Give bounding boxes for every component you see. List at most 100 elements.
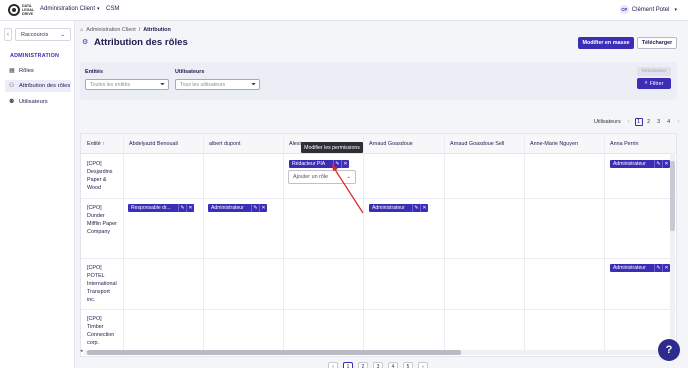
gear-icon: ⚙ bbox=[82, 39, 89, 46]
users-icon: ⚉ bbox=[9, 99, 15, 105]
page-button-1[interactable]: 1 bbox=[634, 118, 643, 126]
nav-admin-label: Administration Client bbox=[40, 6, 96, 12]
edit-icon[interactable]: ✎ bbox=[654, 264, 662, 272]
role-chip: Rédacteur PIA ✎ ✕ bbox=[289, 160, 349, 168]
page-button-3[interactable]: 3 bbox=[655, 118, 663, 126]
logo-text: DATA LEGAL DRIVE bbox=[22, 4, 35, 16]
page-button-3[interactable]: 3 bbox=[373, 362, 383, 368]
page-button-4[interactable]: 4 bbox=[665, 118, 673, 126]
page-button-4[interactable]: 4 bbox=[388, 362, 398, 368]
scroll-left-icon[interactable]: ◂ bbox=[80, 348, 83, 354]
role-chip-label: Responsable dr... bbox=[131, 205, 171, 211]
pagination-label: Utilisateurs bbox=[594, 119, 621, 125]
role-chip-label: Administrateur bbox=[613, 265, 646, 271]
edit-permissions-tooltip: Modifier les permissions bbox=[301, 142, 363, 153]
avatar: CP bbox=[619, 5, 629, 14]
shortcuts-dropdown[interactable]: Raccourcis ⌄ bbox=[15, 28, 71, 41]
entities-placeholder: Toutes les entités bbox=[90, 81, 131, 88]
user-menu[interactable]: CP Clément Potel ▾ bbox=[619, 5, 677, 14]
reset-button[interactable]: Réinitialiser bbox=[637, 67, 671, 76]
user-column-header: Arnaud Goasdoue Sell bbox=[450, 141, 505, 147]
page-button-1[interactable]: 1 bbox=[343, 362, 353, 368]
edit-icon[interactable]: ✎ bbox=[251, 204, 259, 212]
column-divider bbox=[363, 134, 364, 356]
breadcrumb: ⌂ Administration Client / Attribution bbox=[80, 27, 171, 33]
close-icon[interactable]: ✕ bbox=[341, 160, 349, 168]
app-logo[interactable]: DATA LEGAL DRIVE bbox=[8, 4, 42, 16]
horizontal-scrollbar[interactable] bbox=[84, 350, 671, 355]
chevron-down-icon: ⌄ bbox=[60, 31, 65, 38]
next-page-button[interactable]: › bbox=[418, 362, 428, 368]
next-page-button[interactable]: › bbox=[675, 118, 683, 126]
funnel-icon: ⏷ bbox=[251, 82, 256, 88]
role-chip-label: Administrateur bbox=[613, 161, 646, 167]
user-name: Clément Potel bbox=[631, 6, 670, 13]
sidebar-section-title: ADMINISTRATION bbox=[10, 53, 60, 59]
close-icon[interactable]: ✕ bbox=[420, 204, 428, 212]
vertical-scrollbar[interactable] bbox=[670, 153, 675, 348]
sidebar-item-roles[interactable]: ▦ Rôles bbox=[5, 65, 71, 77]
row-divider bbox=[81, 258, 676, 259]
users-placeholder: Tous les utilisateurs bbox=[180, 81, 226, 88]
collapse-sidebar-button[interactable]: ‹ bbox=[4, 28, 12, 41]
shortcuts-label: Raccourcis bbox=[21, 31, 49, 38]
edit-icon[interactable]: ✎ bbox=[178, 204, 186, 212]
entities-select[interactable]: Toutes les entités ⏷ bbox=[85, 79, 169, 90]
add-role-placeholder: Ajouter un rôle bbox=[293, 174, 329, 180]
help-button[interactable]: ? bbox=[658, 339, 680, 361]
nav-csm[interactable]: CSM bbox=[106, 6, 119, 12]
horizontal-scrollbar-thumb[interactable] bbox=[87, 350, 461, 355]
filter-button-label: Filtrer bbox=[649, 80, 664, 87]
nav-administration-client[interactable]: Administration Client ▾ bbox=[40, 6, 100, 12]
prev-page-button[interactable]: ‹ bbox=[625, 118, 633, 126]
edit-icon[interactable]: ✎ bbox=[654, 160, 662, 168]
sidebar-item-label: Rôles bbox=[19, 68, 34, 74]
close-icon[interactable]: ✕ bbox=[186, 204, 194, 212]
entity-cell: [CPO] Dunder Mifflin Paper Company bbox=[87, 205, 117, 235]
filter-button[interactable]: ⌕ Filtrer bbox=[637, 78, 671, 89]
breadcrumb-separator: / bbox=[138, 27, 141, 33]
breadcrumb-current: Attribution bbox=[143, 27, 171, 33]
page-title: Attribution des rôles bbox=[94, 37, 188, 48]
sidebar-item-role-assignment[interactable]: ⚇ Attribution des rôles bbox=[5, 80, 71, 92]
download-button[interactable]: Télécharger bbox=[637, 37, 677, 49]
user-column-header: Anne-Marie Nguyen bbox=[530, 141, 578, 147]
title-row: ⚙ Attribution des rôles bbox=[82, 37, 188, 48]
entity-cell: [CPO] Timber Connection corp. bbox=[87, 316, 115, 346]
close-icon[interactable]: ✕ bbox=[662, 264, 670, 272]
vertical-scrollbar-thumb[interactable] bbox=[670, 161, 675, 231]
breadcrumb-root[interactable]: Administration Client bbox=[86, 27, 135, 33]
edit-icon[interactable]: ✎ bbox=[412, 204, 420, 212]
bulk-edit-button[interactable]: Modifier en masse bbox=[578, 37, 634, 49]
page-button-2[interactable]: 2 bbox=[645, 118, 653, 126]
sort-up-icon: ↑ bbox=[102, 141, 105, 147]
column-divider bbox=[283, 134, 284, 356]
close-icon[interactable]: ✕ bbox=[662, 160, 670, 168]
role-chip: Administrateur ✎ ✕ bbox=[208, 204, 267, 212]
search-icon: ⌕ bbox=[644, 80, 648, 86]
roles-icon: ▦ bbox=[9, 68, 15, 74]
help-icon: ? bbox=[665, 344, 673, 356]
prev-page-button[interactable]: ‹ bbox=[328, 362, 338, 368]
entities-pagination: ‹ 1 2 3 4 5 › bbox=[328, 362, 428, 368]
row-divider bbox=[81, 309, 676, 310]
column-divider bbox=[123, 134, 124, 356]
user-column-header: albert dupont bbox=[209, 141, 241, 147]
edit-icon[interactable]: ✎ bbox=[333, 160, 341, 168]
page-button-2[interactable]: 2 bbox=[358, 362, 368, 368]
entity-column-header[interactable]: Entité ↑ bbox=[87, 141, 105, 147]
close-icon[interactable]: ✕ bbox=[259, 204, 267, 212]
sidebar: ‹ Raccourcis ⌄ ADMINISTRATION ▦ Rôles ⚇ … bbox=[0, 21, 75, 368]
user-column-header: Abdelyazid Benouali bbox=[129, 141, 178, 147]
column-divider bbox=[444, 134, 445, 356]
role-chip-label: Administrateur bbox=[372, 205, 405, 211]
table-header: Entité ↑ Abdelyazid Benouali albert dupo… bbox=[81, 134, 676, 154]
users-select[interactable]: Tous les utilisateurs ⏷ bbox=[175, 79, 260, 90]
user-column-header: Anna Perrin bbox=[610, 141, 639, 147]
role-chip-label: Rédacteur PIA bbox=[292, 161, 326, 167]
chevron-down-icon: ⌄ bbox=[346, 174, 351, 180]
assign-icon: ⚇ bbox=[9, 83, 15, 89]
sidebar-item-users[interactable]: ⚉ Utilisateurs bbox=[5, 96, 71, 108]
page-button-5[interactable]: 5 bbox=[403, 362, 413, 368]
add-role-dropdown[interactable]: Ajouter un rôle ⌄ bbox=[288, 170, 356, 184]
